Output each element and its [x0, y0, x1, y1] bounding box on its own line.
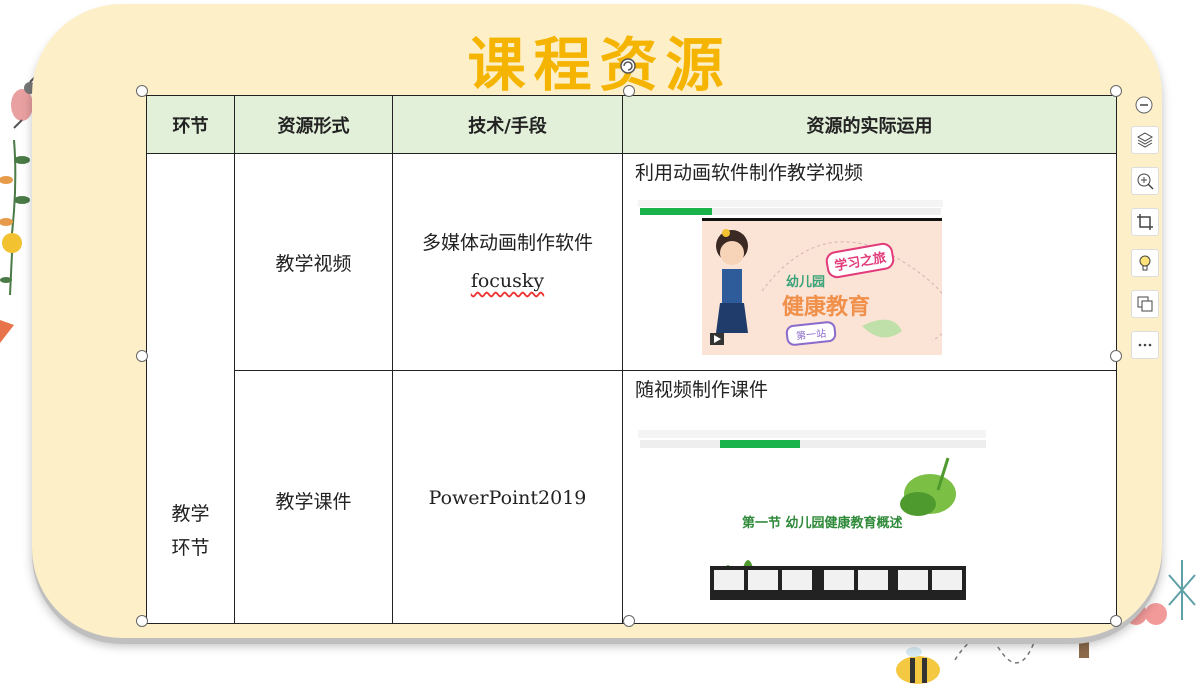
- selection-handle[interactable]: [1110, 350, 1122, 362]
- header-form: 资源形式: [234, 95, 393, 154]
- stage-cell[interactable]: 教学 环节: [146, 153, 235, 624]
- tool-cell[interactable]: 多媒体动画制作软件 focusky: [392, 153, 623, 371]
- flower-decoration-icon: [0, 233, 22, 343]
- video-tab-active: [640, 208, 712, 215]
- header-usage: 资源的实际运用: [622, 95, 1117, 154]
- selection-handle[interactable]: [1110, 85, 1122, 97]
- selection-handle[interactable]: [136, 350, 148, 362]
- selection-handle[interactable]: [623, 85, 635, 97]
- thumb-heading: 健康教育: [782, 295, 871, 320]
- tool-line: 多媒体动画制作软件: [421, 232, 593, 254]
- tool-name-misspelled: focusky: [470, 270, 545, 292]
- selection-handle[interactable]: [136, 85, 148, 97]
- more-icon[interactable]: [1131, 331, 1159, 359]
- courseware-heading: 第一节 幼儿园健康教育概述: [742, 516, 903, 531]
- form-cell[interactable]: 教学课件: [234, 370, 393, 624]
- usage-text: 随视频制作课件: [635, 379, 769, 401]
- selection-handle[interactable]: [623, 615, 635, 627]
- crop-icon[interactable]: [1131, 208, 1159, 236]
- zoom-in-icon[interactable]: [1131, 167, 1159, 195]
- courseware-breadcrumb-bar: [638, 430, 986, 438]
- video-frame: 学习之旅 幼儿园 健康教育 第一站: [702, 218, 943, 355]
- video-breadcrumb-bar: [638, 200, 943, 207]
- rotate-handle-icon[interactable]: [619, 57, 637, 75]
- video-tab-bar: [712, 208, 941, 215]
- table-header-row: 环节 资源形式 技术/手段 资源的实际运用: [146, 95, 1117, 154]
- snowflake-leaf-decoration-icon: [1168, 560, 1196, 620]
- video-screenshot-image[interactable]: 学习之旅 幼儿园 健康教育 第一站: [638, 200, 943, 358]
- header-stage: 环节: [146, 95, 235, 154]
- bee-decoration-icon: [896, 647, 940, 684]
- minus-circle-icon[interactable]: [1131, 92, 1157, 118]
- floating-toolbar: [1131, 92, 1159, 372]
- usage-text: 利用动画软件制作教学视频: [635, 162, 864, 184]
- courseware-tab-bar: [640, 440, 986, 448]
- selection-handle[interactable]: [1110, 615, 1122, 627]
- page-title: 课程资源: [467, 31, 732, 99]
- thumb-subtitle: 幼儿园: [786, 275, 826, 290]
- lightbulb-icon[interactable]: [1131, 249, 1159, 277]
- layers-icon[interactable]: [1131, 126, 1159, 154]
- table-row[interactable]: 教学 环节 教学视频 多媒体动画制作软件 focusky 利用动画软件制作教学视…: [146, 153, 1117, 624]
- header-tool: 技术/手段: [392, 95, 623, 154]
- courseware-tab-active: [720, 440, 800, 448]
- selection-handle[interactable]: [136, 615, 148, 627]
- tool-line: focusky: [394, 262, 621, 300]
- tool-cell[interactable]: PowerPoint2019: [392, 370, 623, 624]
- courseware-screenshot-image[interactable]: 第一节 幼儿园健康教育概述: [638, 426, 988, 606]
- copy-icon[interactable]: [1131, 290, 1159, 318]
- form-cell[interactable]: 教学视频: [234, 153, 393, 371]
